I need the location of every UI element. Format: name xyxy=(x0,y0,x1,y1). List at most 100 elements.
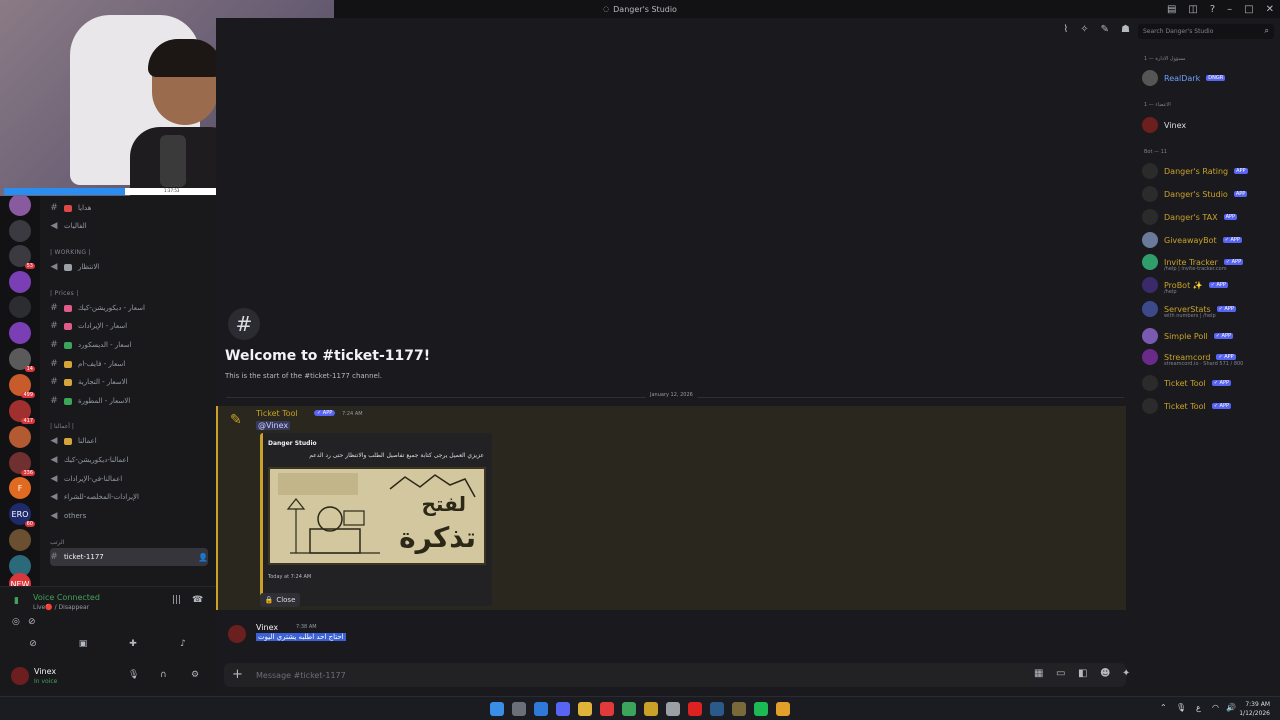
channel-item[interactable]: ◀ اعمالنا-ديكوريشن-كيك xyxy=(50,451,208,469)
disconnect-icon[interactable]: ☎ xyxy=(192,595,203,605)
settings-icon[interactable]: ⚙ xyxy=(191,670,199,680)
folder-icon[interactable] xyxy=(644,702,658,716)
server-icon[interactable]: ERO 60 xyxy=(9,503,35,527)
channel-item[interactable]: # اسعار - الإيرادات xyxy=(50,317,208,335)
sound-icon[interactable]: ⊘ xyxy=(28,617,36,627)
mic-icon[interactable]: 🎙 xyxy=(128,670,139,680)
channel-item[interactable]: # الاسعار - التجارية xyxy=(50,373,208,391)
server-icon[interactable]: 417 xyxy=(9,400,35,424)
spotify-icon[interactable] xyxy=(754,702,768,716)
wifi-icon[interactable]: ◠ xyxy=(1212,703,1219,712)
channel-item[interactable]: ◀ الإيرادات-المخلصه-للشراء xyxy=(50,488,208,506)
user-mention[interactable]: @Vinex xyxy=(256,421,291,430)
member-item[interactable]: GiveawayBot ✓ APP xyxy=(1142,230,1278,250)
notifications-icon[interactable]: ✧ xyxy=(1080,24,1088,35)
user-name[interactable]: Vinex xyxy=(34,667,56,676)
server-icon[interactable]: 499 xyxy=(9,374,35,398)
channel-category[interactable]: | أعمالنا | xyxy=(50,423,74,430)
xbox-icon[interactable] xyxy=(622,702,636,716)
screen-share-button[interactable]: ▣ xyxy=(64,639,102,655)
channel-item[interactable]: ◀ اعمالنا xyxy=(50,432,208,450)
bot-author[interactable]: Ticket Tool xyxy=(256,409,298,418)
server-icon[interactable]: 336 xyxy=(9,452,35,476)
signal-icon[interactable]: ▮ xyxy=(14,596,19,606)
members-icon[interactable]: ☗ xyxy=(1121,24,1130,35)
voice-status[interactable]: Voice Connected xyxy=(33,593,100,602)
server-icon[interactable] xyxy=(9,271,31,293)
gift-icon[interactable]: ▦ xyxy=(1034,668,1043,679)
server-icon[interactable] xyxy=(9,322,31,344)
channel-item[interactable]: # ticket-1177 👤 xyxy=(50,548,208,566)
start-icon[interactable] xyxy=(490,702,504,716)
avatar[interactable] xyxy=(11,667,29,685)
activities-button[interactable]: ✚ xyxy=(114,639,152,655)
close-icon[interactable]: ✕ xyxy=(1266,4,1274,15)
embed-image[interactable]: لفتح تذكرة xyxy=(268,467,486,565)
close-ticket-button[interactable]: 🔒 Close xyxy=(260,593,300,607)
message-input[interactable] xyxy=(256,668,956,682)
server-icon[interactable] xyxy=(9,296,31,318)
channel-item[interactable]: # اسعار - الديسكورد xyxy=(50,336,208,354)
obs-icon[interactable] xyxy=(666,702,680,716)
voice-channel[interactable]: Live🔴 / Disappear xyxy=(33,604,89,611)
mic-tray-icon[interactable]: 🎙 xyxy=(1176,703,1186,712)
inbox-icon[interactable]: ▤ xyxy=(1167,4,1176,15)
member-item[interactable]: Ticket Tool ✓ APP xyxy=(1142,373,1278,393)
language-icon[interactable]: ع xyxy=(1196,703,1201,712)
soundboard-button[interactable]: ♪ xyxy=(164,639,202,655)
headphones-icon[interactable]: ∩ xyxy=(160,670,167,680)
server-icon[interactable] xyxy=(9,194,31,216)
server-icon[interactable]: 53 xyxy=(9,245,35,269)
window-icon[interactable]: ◫ xyxy=(1188,4,1197,15)
gif-icon[interactable]: ▭ xyxy=(1056,668,1065,679)
channel-item[interactable]: ◀ اعمالنا-في-الإيرادات xyxy=(50,470,208,488)
attach-plus-icon[interactable]: + xyxy=(232,667,243,682)
channel-item[interactable]: ◀ الفاليات xyxy=(50,217,208,235)
taskbar-clock[interactable]: 7:39 AM 1/12/2026 xyxy=(1239,700,1270,718)
server-icon[interactable] xyxy=(9,426,31,448)
avatar[interactable] xyxy=(228,625,246,643)
pdf-icon[interactable] xyxy=(688,702,702,716)
member-item[interactable]: Danger's Studio APP xyxy=(1142,184,1278,204)
help-icon[interactable]: ? xyxy=(1210,4,1215,15)
search-icon[interactable]: ⌕ xyxy=(1265,26,1269,36)
noise-suppression-icon[interactable]: ||| xyxy=(172,595,181,605)
volume-icon[interactable]: 🔊 xyxy=(1226,703,1236,712)
sticker-icon[interactable]: ◧ xyxy=(1078,668,1087,679)
activity-icon[interactable]: ◎ xyxy=(12,617,20,627)
search-input[interactable] xyxy=(1143,26,1255,37)
apps-icon[interactable]: ✦ xyxy=(1122,668,1130,679)
channel-category[interactable]: | Prices | xyxy=(50,290,79,297)
camera-off-button[interactable]: ⊘ xyxy=(14,639,52,655)
member-item[interactable]: Ticket Tool ✓ APP xyxy=(1142,396,1278,416)
channel-category[interactable]: الرتب xyxy=(50,539,64,546)
steam-icon[interactable] xyxy=(710,702,724,716)
search-icon[interactable] xyxy=(512,702,526,716)
explorer-icon[interactable] xyxy=(578,702,592,716)
member-item[interactable]: Invite Tracker ✓ APP/help | invite-tracke… xyxy=(1142,252,1278,272)
youtube-icon[interactable] xyxy=(600,702,614,716)
member-item[interactable]: Danger's TAX APP xyxy=(1142,207,1278,227)
channel-item[interactable]: # هدايا xyxy=(50,199,208,217)
channel-item[interactable]: # اسعار - ديكوريشن-كيك xyxy=(50,299,208,317)
archive-icon[interactable] xyxy=(732,702,746,716)
ticket-bot-avatar[interactable]: ✎ xyxy=(230,412,246,428)
member-item[interactable]: Vinex xyxy=(1142,115,1278,135)
server-icon[interactable]: 14 xyxy=(9,348,35,372)
member-item[interactable]: Simple Poll ✓ APP xyxy=(1142,326,1278,346)
server-icon[interactable]: F xyxy=(9,477,31,499)
add-member-icon[interactable]: 👤 xyxy=(198,553,208,562)
member-item[interactable]: Streamcord ✓ APP streamcord.io · Shard 571… xyxy=(1142,347,1278,367)
tray-chevron-icon[interactable]: ⌃ xyxy=(1160,703,1167,712)
channel-item[interactable]: ◀ الانتظار xyxy=(50,258,208,276)
member-item[interactable]: RealDark DNGR xyxy=(1142,68,1278,88)
member-item[interactable]: ProBot ✨ ✓ APP/help xyxy=(1142,275,1278,295)
member-item[interactable]: ServerStats ✓ APP with numbers | /help xyxy=(1142,299,1278,319)
channel-item[interactable]: # اسعار - فايف-ام xyxy=(50,355,208,373)
threads-icon[interactable]: ⌇ xyxy=(1063,24,1068,35)
emoji-icon[interactable]: ☻ xyxy=(1100,668,1110,679)
channel-item[interactable]: ◀ others xyxy=(50,507,208,525)
message-author[interactable]: Vinex xyxy=(256,623,278,632)
channel-item[interactable]: # الاسعار - المطورة xyxy=(50,392,208,410)
edge-icon[interactable] xyxy=(534,702,548,716)
